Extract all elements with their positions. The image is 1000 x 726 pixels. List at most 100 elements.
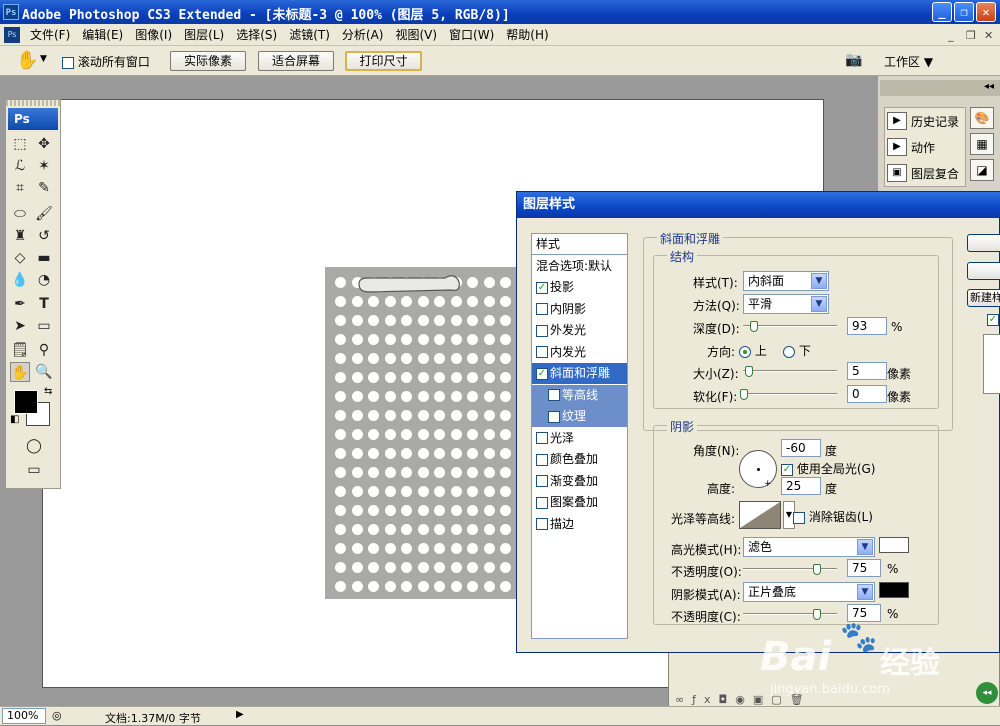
style-list-item[interactable]: ✓ 投影 <box>532 277 627 298</box>
style-list-item[interactable]: 内发光 <box>532 342 627 363</box>
pen-tool-icon[interactable]: ✒ <box>10 294 30 314</box>
blending-options-item[interactable]: 混合选项:默认 <box>532 256 627 277</box>
new-style-button[interactable]: 新建样 <box>967 289 1000 307</box>
highlight-color-swatch[interactable] <box>879 537 909 553</box>
actual-pixels-button[interactable]: 实际像素 <box>170 51 246 71</box>
direction-down-radio[interactable] <box>783 345 795 358</box>
shadow-opacity-thumb[interactable] <box>813 609 821 620</box>
style-checkbox[interactable] <box>536 475 548 487</box>
angle-input[interactable]: -60 <box>781 439 821 457</box>
history-brush-icon[interactable]: ↺ <box>34 226 54 246</box>
collapse-panels-icon[interactable]: ◂◂ <box>984 81 994 92</box>
gloss-contour-preview[interactable] <box>739 501 781 529</box>
move-tool-icon[interactable]: ✥ <box>34 134 54 154</box>
soften-slider-thumb[interactable] <box>740 389 748 400</box>
panel-dock-header[interactable]: ◂◂ <box>880 80 1000 96</box>
tools-grip[interactable] <box>6 100 60 106</box>
style-checkbox[interactable] <box>536 432 548 444</box>
highlight-opacity-thumb[interactable] <box>813 564 821 575</box>
history-panel-tab[interactable]: ▶ 历史记录 <box>885 108 965 134</box>
dodge-tool-icon[interactable]: ◔ <box>34 270 54 290</box>
menu-item[interactable]: 窗口(W) <box>443 27 500 43</box>
style-list-item[interactable]: ✓ 斜面和浮雕 <box>532 363 627 384</box>
quick-mask-icon[interactable]: ◯ <box>24 436 44 456</box>
menu-item[interactable]: 分析(A) <box>336 27 390 43</box>
hand-tool-icon[interactable]: ✋ <box>16 50 38 71</box>
direction-up-option[interactable]: 上 <box>739 342 767 359</box>
style-list-item[interactable]: 颜色叠加 <box>532 449 627 470</box>
menu-item[interactable]: 滤镜(T) <box>283 27 336 43</box>
angle-dial[interactable]: + <box>739 450 777 489</box>
rectangle-tool-icon[interactable]: ▭ <box>34 316 54 336</box>
layer-comps-panel-tab[interactable]: ▣ 图层复合 <box>885 160 965 186</box>
eyedropper-tool-icon[interactable]: ⚲ <box>34 340 54 360</box>
dialog-title[interactable]: 图层样式 <box>517 192 1000 218</box>
technique-select[interactable]: 平滑 ▼ <box>743 294 829 314</box>
style-checkbox[interactable] <box>536 303 548 315</box>
swatches-panel-icon[interactable]: ▦ <box>970 133 994 155</box>
document-icon[interactable]: Ps <box>4 27 20 43</box>
scroll-top-badge-icon[interactable]: ◂◂ <box>976 682 998 704</box>
style-list-item[interactable]: 外发光 <box>532 320 627 341</box>
tools-ps-logo[interactable]: Ps <box>8 108 58 130</box>
print-size-button[interactable]: 打印尺寸 <box>345 51 422 71</box>
altitude-input[interactable]: 25 <box>781 477 821 495</box>
style-checkbox[interactable] <box>548 389 560 401</box>
style-list-item[interactable]: 渐变叠加 <box>532 471 627 492</box>
doc-minimize-icon[interactable]: _ <box>948 29 954 42</box>
preview-checkbox[interactable]: ✓ <box>987 314 999 326</box>
workspace-menu[interactable]: 工作区 ▼ <box>884 53 933 70</box>
style-checkbox[interactable]: ✓ <box>536 367 548 380</box>
style-checkbox[interactable] <box>536 496 548 509</box>
styles-panel-icon[interactable]: ◪ <box>970 159 994 181</box>
menu-item[interactable]: 选择(S) <box>230 27 283 43</box>
status-info-icon[interactable]: ◎ <box>52 709 62 722</box>
style-checkbox[interactable] <box>548 410 560 423</box>
status-menu-arrow-icon[interactable]: ▶ <box>236 709 244 720</box>
type-tool-icon[interactable]: T <box>34 294 54 314</box>
style-checkbox[interactable] <box>536 324 548 337</box>
marquee-tool-icon[interactable]: ⬚ <box>10 134 30 154</box>
size-input[interactable]: 5 <box>847 362 887 380</box>
menu-item[interactable]: 图像(I) <box>129 27 178 43</box>
shadow-opacity-slider[interactable] <box>743 613 837 615</box>
lasso-tool-icon[interactable]: ℒ <box>10 156 30 176</box>
menu-item[interactable]: 图层(L) <box>178 27 230 43</box>
global-light-checkbox[interactable]: ✓ <box>781 463 793 476</box>
maximize-button[interactable]: ❐ <box>954 2 974 22</box>
scroll-all-windows-checkbox[interactable] <box>62 56 74 69</box>
eraser-tool-icon[interactable]: ◇ <box>10 248 30 268</box>
cancel-button[interactable] <box>967 262 1000 280</box>
highlight-opacity-input[interactable]: 75 <box>847 559 881 577</box>
style-checkbox[interactable] <box>536 346 548 358</box>
ok-button[interactable] <box>967 234 1000 252</box>
fit-screen-button[interactable]: 适合屏幕 <box>258 51 334 71</box>
doc-close-icon[interactable]: ✕ <box>984 29 993 42</box>
magic-wand-tool-icon[interactable]: ✶ <box>34 156 54 176</box>
antialias-checkbox[interactable] <box>793 511 805 524</box>
zoom-tool-icon[interactable]: 🔍 <box>34 362 54 382</box>
style-list-item[interactable]: 纹理 <box>532 406 627 427</box>
path-selection-icon[interactable]: ➤ <box>10 316 30 336</box>
style-checkbox[interactable] <box>536 518 548 530</box>
shadow-color-swatch[interactable] <box>879 582 909 598</box>
bridge-icon[interactable]: 📷 <box>845 52 862 68</box>
soften-input[interactable]: 0 <box>847 385 887 403</box>
depth-input[interactable]: 93 <box>847 317 887 335</box>
highlight-mode-select[interactable]: 滤色 ▼ <box>743 537 875 557</box>
antialias-option[interactable]: 消除锯齿(L) <box>793 508 873 525</box>
highlight-opacity-slider[interactable] <box>743 568 837 570</box>
style-list-item[interactable]: 描边 <box>532 514 627 535</box>
global-light-option[interactable]: ✓ 使用全局光(G) <box>781 460 876 477</box>
doc-restore-icon[interactable]: ❐ <box>966 29 976 42</box>
style-list-item[interactable]: 图案叠加 <box>532 492 627 513</box>
style-list-item[interactable]: 光泽 <box>532 428 627 449</box>
blur-tool-icon[interactable]: 💧 <box>10 270 30 290</box>
direction-down-option[interactable]: 下 <box>783 342 811 359</box>
screen-mode-icon[interactable]: ▭ <box>24 460 44 480</box>
menu-item[interactable]: 视图(V) <box>389 27 443 43</box>
gradient-tool-icon[interactable]: ▬ <box>34 248 54 268</box>
style-list-header[interactable]: 样式 <box>532 234 627 255</box>
notes-tool-icon[interactable]: 🗒 <box>10 340 30 360</box>
slice-tool-icon[interactable]: ✎ <box>34 178 54 198</box>
